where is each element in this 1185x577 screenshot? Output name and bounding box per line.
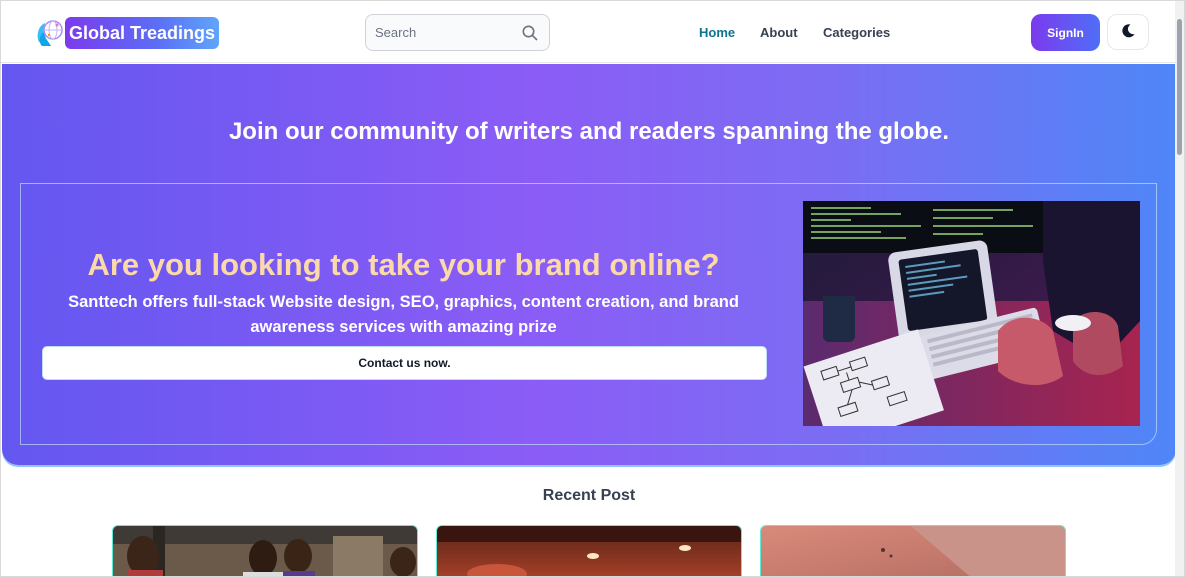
scrollbar-thumb[interactable] (1177, 19, 1182, 155)
post-card[interactable] (760, 525, 1066, 576)
nav-about[interactable]: About (760, 25, 798, 40)
nav-home[interactable]: Home (699, 25, 735, 40)
post-card[interactable] (112, 525, 418, 576)
theme-toggle-button[interactable] (1107, 14, 1149, 50)
site-header: Global Treadings Home About Categories S… (1, 1, 1177, 63)
promo-heading: Are you looking to take your brand onlin… (87, 247, 720, 282)
promo-image (803, 201, 1140, 426)
contact-button[interactable]: Contact us now. (42, 346, 767, 380)
globe-logo-icon (33, 16, 67, 50)
hero-banner: Join our community of writers and reader… (2, 64, 1176, 465)
promo-panel: Are you looking to take your brand onlin… (20, 183, 1157, 445)
search-input[interactable] (366, 25, 511, 40)
site-logo[interactable]: Global Treadings (33, 16, 220, 50)
logo-text: Global Treadings (65, 17, 220, 49)
post-card[interactable] (436, 525, 742, 576)
post-thumbnail (437, 526, 741, 576)
post-thumbnail (113, 526, 417, 576)
post-thumbnail (761, 526, 1065, 576)
recent-post-title: Recent Post (542, 487, 636, 504)
nav-categories[interactable]: Categories (823, 25, 890, 40)
moon-icon (1120, 23, 1136, 42)
search-box (365, 14, 550, 51)
scrollbar[interactable] (1175, 1, 1184, 576)
signin-button[interactable]: SignIn (1031, 14, 1100, 51)
browser-viewport: Global Treadings Home About Categories S… (0, 0, 1185, 577)
promo-subtext: Santtech offers full-stack Website desig… (68, 293, 739, 336)
search-icon[interactable] (521, 24, 539, 42)
hero-title: Join our community of writers and reader… (228, 118, 950, 145)
